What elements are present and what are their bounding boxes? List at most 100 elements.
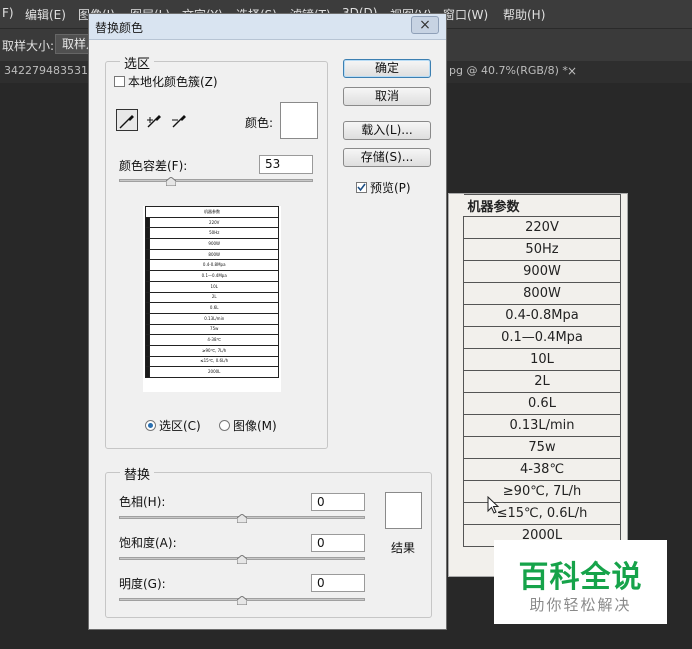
hue-slider-thumb[interactable] — [237, 514, 247, 523]
checkmark-icon — [357, 183, 366, 192]
table-cell: 0.6L — [463, 392, 621, 415]
selection-legend: 选区 — [120, 53, 155, 72]
preview-row: ≤15℃, 0.6L/h — [144, 355, 279, 368]
preview-row: 4-38℃ — [144, 334, 279, 346]
preview-row: 2L — [144, 291, 279, 304]
lightness-label: 明度(G): — [119, 577, 166, 591]
preview-value-cell: 2000L — [149, 366, 279, 378]
table-header: 机器参数 — [463, 194, 621, 217]
table-cell: 2L — [463, 370, 621, 393]
replace-color-dialog: 替换颜色 × 选区 本地化颜色簇(Z) 颜色: 颜色容差(F): 53 机器参数… — [88, 13, 447, 630]
add-eyedropper-tool[interactable] — [144, 110, 166, 132]
close-button[interactable]: × — [411, 16, 439, 34]
eyedropper-minus-icon — [172, 115, 186, 128]
eyedropper-plus-icon — [147, 115, 161, 128]
preview-value-cell: 10L — [149, 280, 279, 293]
color-label: 颜色: — [245, 116, 274, 130]
localized-clusters-checkbox[interactable] — [114, 76, 125, 87]
table-cell: 800W — [463, 282, 621, 305]
image-radio-label: 图像(M) — [233, 419, 277, 433]
preview-row: 机器参数 — [145, 206, 279, 218]
mouse-cursor-icon — [487, 496, 500, 514]
table-row: 50Hz — [463, 238, 621, 261]
selection-color-swatch[interactable] — [280, 102, 318, 139]
eyedropper-icon — [119, 115, 134, 129]
table-cell: 75w — [463, 436, 621, 459]
preview-row: 10L — [144, 280, 279, 293]
selection-radio-label: 选区(C) — [159, 419, 201, 433]
saturation-slider-thumb[interactable] — [237, 555, 247, 564]
saturation-input[interactable]: 0 — [311, 534, 365, 552]
table-row: 800W — [463, 282, 621, 305]
fuzziness-slider-track[interactable] — [119, 179, 313, 182]
dialog-title: 替换颜色 — [95, 21, 144, 35]
document-image: 机器参数 220V 50Hz 900W 800W 0.4-0.8Mpa 0.1—… — [448, 193, 628, 577]
hue-label: 色相(H): — [119, 495, 166, 509]
doc-tab-close-icon[interactable]: × — [567, 64, 577, 78]
preview-row: 0.4-0.8Mpa — [144, 259, 279, 272]
table-row: 0.6L — [463, 392, 621, 415]
fuzziness-input[interactable]: 53 — [259, 155, 313, 174]
table-row: 2L — [463, 370, 621, 393]
fuzziness-slider-thumb[interactable] — [166, 177, 176, 186]
menu-help[interactable]: 帮助(H) — [503, 6, 545, 23]
table-cell: 0.4-0.8Mpa — [463, 304, 621, 327]
selection-radio[interactable] — [145, 420, 156, 431]
table-cell: 4-38℃ — [463, 458, 621, 481]
eyedropper-tool[interactable] — [116, 109, 138, 131]
table-row: 75w — [463, 436, 621, 459]
preview-checkbox[interactable] — [356, 182, 367, 193]
lightness-input[interactable]: 0 — [311, 574, 365, 592]
preview-value-cell: 900W — [149, 238, 279, 250]
preview-value-cell: 0.6L — [149, 302, 279, 314]
result-color-swatch[interactable] — [385, 492, 422, 529]
preview-row: 75w — [144, 323, 279, 336]
saturation-label: 饱和度(A): — [119, 536, 177, 550]
watermark-title: 百科全说 — [518, 560, 643, 595]
table-cell: 0.13L/min — [463, 414, 621, 437]
menu-window[interactable]: 窗口(W) — [443, 6, 488, 23]
result-label: 结果 — [391, 541, 416, 555]
replacement-legend: 替换 — [120, 464, 155, 483]
table-cell: 50Hz — [463, 238, 621, 261]
preview-value-cell: 220V — [149, 216, 279, 229]
menu-file[interactable]: F) — [2, 6, 14, 20]
ok-button[interactable]: 确定 — [343, 59, 431, 78]
preview-row: 900W — [144, 238, 279, 250]
lightness-slider-thumb[interactable] — [237, 596, 247, 605]
table-row: 0.13L/min — [463, 414, 621, 437]
save-button[interactable]: 存储(S)... — [343, 148, 431, 167]
preview-value-cell: ≥90℃, 7L/h — [149, 344, 279, 357]
doc-tab-active[interactable]: pg @ 40.7%(RGB/8) * — [449, 64, 568, 77]
preview-row: 2000L — [144, 366, 279, 378]
preview-value-cell: 800W — [149, 248, 279, 261]
preview-row: 0.1—0.4Mpa — [144, 270, 279, 282]
preview-value-cell: 50Hz — [149, 227, 279, 240]
image-radio[interactable] — [219, 420, 230, 431]
preview-value-cell: 0.13L/min — [149, 312, 279, 325]
menu-edit[interactable]: 编辑(E) — [25, 6, 66, 23]
preview-header-cell: 机器参数 — [145, 206, 279, 218]
load-button[interactable]: 载入(L)... — [343, 121, 431, 140]
preview-row: 800W — [144, 248, 279, 261]
preview-row: 0.13L/min — [144, 312, 279, 325]
parameters-table: 机器参数 220V 50Hz 900W 800W 0.4-0.8Mpa 0.1—… — [463, 194, 621, 547]
doc-tab-left[interactable]: 342279483531 — [4, 64, 88, 77]
table-row: 900W — [463, 260, 621, 283]
close-icon: × — [419, 17, 431, 33]
preview-value-cell: 0.1—0.4Mpa — [149, 270, 279, 282]
table-cell: 220V — [463, 216, 621, 239]
subtract-eyedropper-tool[interactable] — [169, 110, 191, 132]
sample-size-label: 取样大小: — [2, 39, 55, 53]
table-row: 220V — [463, 216, 621, 239]
dialog-titlebar[interactable]: 替换颜色 × — [89, 14, 446, 40]
table-row: 10L — [463, 348, 621, 371]
hue-input[interactable]: 0 — [311, 493, 365, 511]
localized-clusters-label: 本地化颜色簇(Z) — [128, 75, 218, 89]
table-row: 4-38℃ — [463, 458, 621, 481]
table-row: 0.1—0.4Mpa — [463, 326, 621, 349]
cancel-button[interactable]: 取消 — [343, 87, 431, 106]
preview-value-cell: 4-38℃ — [149, 334, 279, 346]
selection-preview: 机器参数 220V 50Hz 900W 800W 0.4-0.8Mpa 0.1—0.4Mpa… — [143, 206, 281, 392]
table-row: 机器参数 — [463, 194, 621, 217]
